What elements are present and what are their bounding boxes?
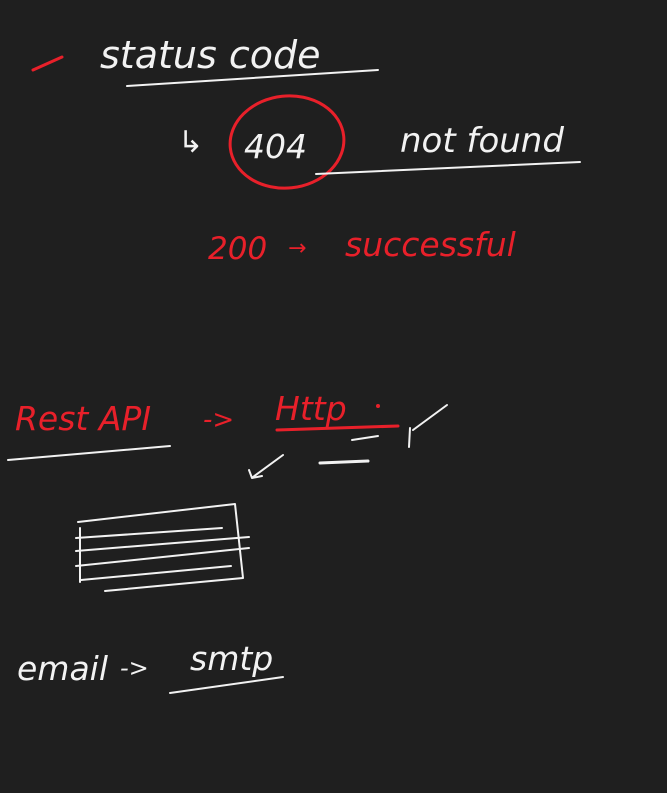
email-label: email bbox=[17, 649, 108, 688]
rest-api-underline bbox=[7, 445, 171, 461]
arrow-rest-api: -> bbox=[203, 405, 234, 435]
box-line-3 bbox=[75, 547, 250, 567]
whiteboard-canvas[interactable]: status code ↳ 404 not found 200 → succes… bbox=[0, 0, 667, 793]
not-found-label: not found bbox=[400, 121, 564, 161]
http-dot bbox=[376, 404, 380, 408]
not-found-underline bbox=[315, 161, 581, 175]
box-line-4 bbox=[80, 565, 232, 581]
status-code-heading: status code bbox=[100, 33, 321, 77]
handwritten-notes: status code ↳ 404 not found 200 → succes… bbox=[7, 33, 581, 694]
white-dash-1 bbox=[351, 435, 379, 441]
smtp-underline bbox=[169, 676, 284, 694]
arrow-indicator: ↳ bbox=[178, 125, 203, 160]
checkmark-icon bbox=[408, 404, 448, 448]
bullet-dash bbox=[31, 55, 64, 72]
arrow-down-left-icon bbox=[248, 454, 284, 479]
box-line-2 bbox=[75, 536, 250, 552]
status-200: 200 bbox=[208, 231, 267, 267]
successful-label: successful bbox=[345, 225, 516, 264]
arrow-email: -> bbox=[120, 654, 149, 682]
http-label: Http bbox=[275, 389, 347, 428]
arrow-200: → bbox=[288, 236, 306, 261]
smtp-label: smtp bbox=[190, 639, 273, 678]
white-dash-2 bbox=[318, 459, 370, 465]
status-404: 404 bbox=[244, 127, 307, 166]
box-line-1 bbox=[75, 527, 223, 539]
rest-api-label: Rest API bbox=[15, 399, 151, 438]
